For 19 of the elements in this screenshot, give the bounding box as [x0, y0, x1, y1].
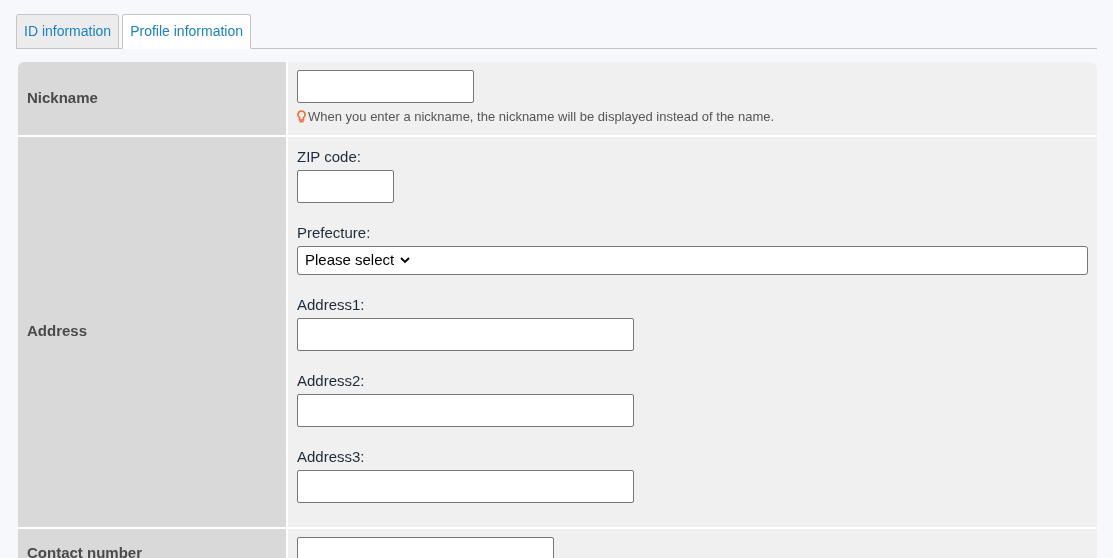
prefecture-select[interactable]: Please select	[297, 245, 1088, 275]
row-label: Contact number	[27, 542, 142, 558]
field-label: Address1:	[297, 294, 366, 315]
input-field[interactable]	[297, 469, 634, 503]
row-label: Address	[27, 321, 88, 342]
field-label: Prefecture:	[297, 222, 372, 243]
field-label: ZIP code:	[297, 146, 362, 167]
hint-text: When you enter a nickname, the nickname will be displayed instead of the name.	[308, 108, 775, 126]
field-label: Address3:	[297, 446, 366, 467]
chevron-down-icon	[400, 256, 411, 264]
tab[interactable]: Profile information	[122, 14, 251, 49]
input-field[interactable]	[297, 317, 634, 351]
lightbulb-icon	[297, 110, 306, 124]
row-label: Nickname	[27, 88, 98, 108]
input-field[interactable]	[297, 169, 394, 203]
input-field[interactable]	[297, 393, 634, 427]
field-label: Address2:	[297, 370, 366, 391]
tab[interactable]: ID information	[16, 14, 120, 49]
input-field[interactable]	[297, 70, 474, 103]
